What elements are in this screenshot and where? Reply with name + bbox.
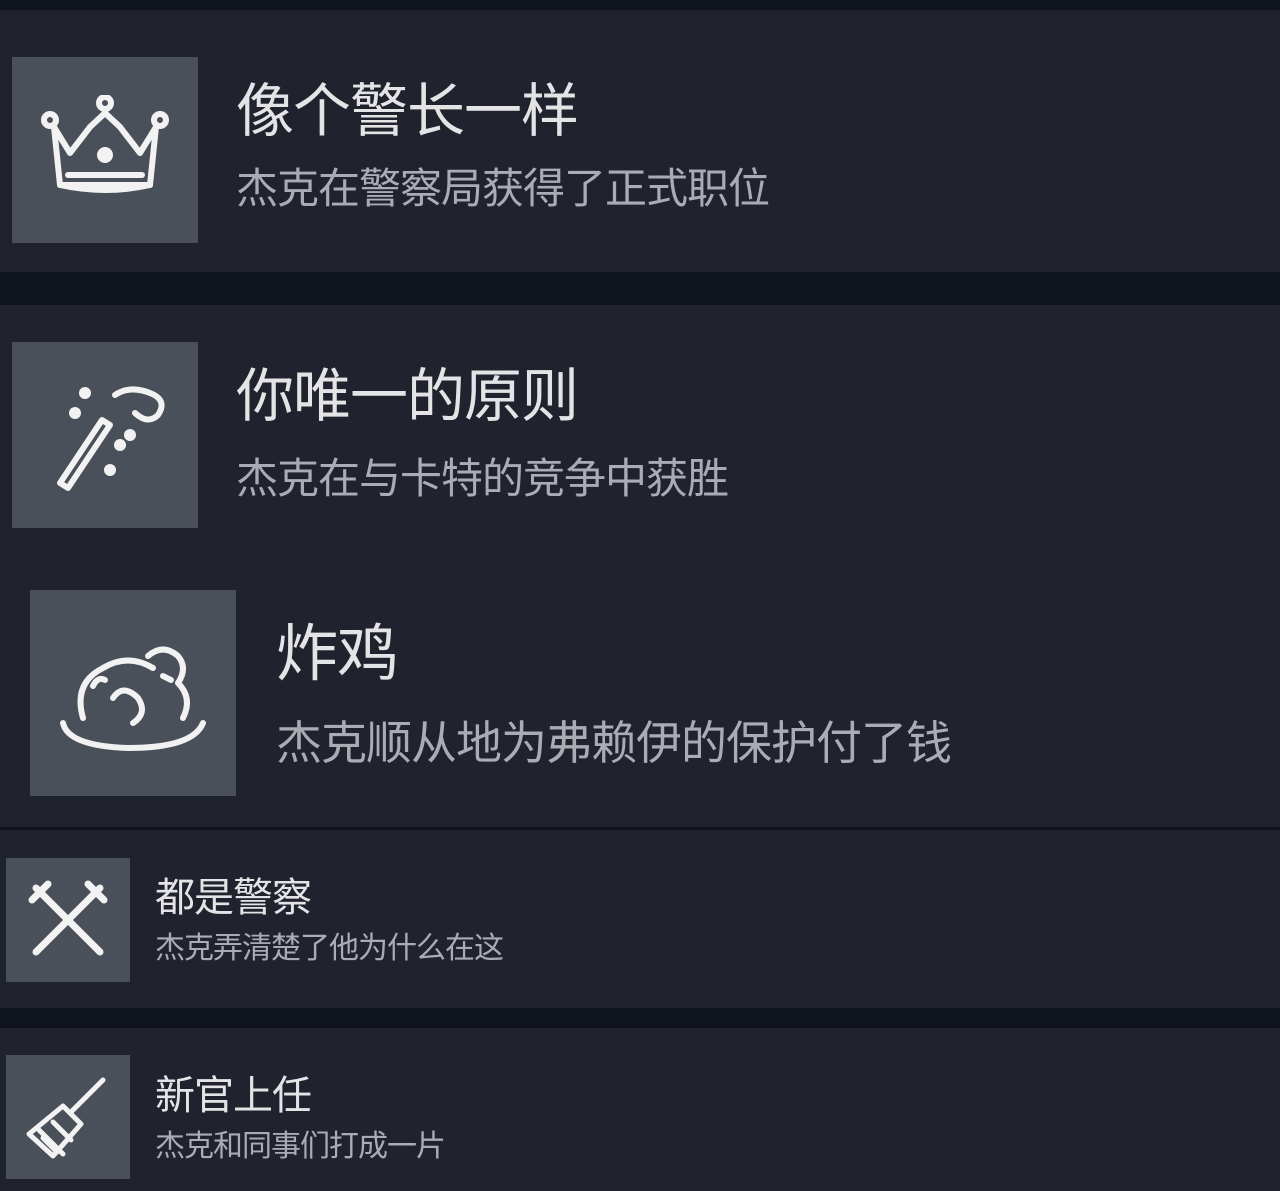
achievement-description: 杰克和同事们打成一片 — [155, 1129, 446, 1164]
roast-chicken-icon — [30, 590, 236, 796]
achievement-item[interactable]: 新官上任 杰克和同事们打成一片 — [0, 1028, 1280, 1191]
achievement-group: 你唯一的原则 杰克在与卡特的竞争中获胜 炸鸡 杰克顺从地为弗赖伊的保护付了钱 — [0, 305, 1280, 827]
achievement-title: 炸鸡 — [276, 617, 399, 690]
achievement-title: 你唯一的原则 — [236, 362, 579, 430]
broom-icon — [6, 1055, 130, 1179]
crossed-batons-icon — [6, 858, 130, 982]
achievement-item[interactable]: 像个警长一样 杰克在警察局获得了正式职位 — [0, 10, 1280, 272]
magic-wand-icon — [12, 342, 198, 528]
crown-icon — [12, 57, 198, 243]
achievement-title: 新官上任 — [155, 1073, 312, 1119]
achievement-description: 杰克弄清楚了他为什么在这 — [155, 931, 504, 966]
achievement-item[interactable]: 都是警察 杰克弄清楚了他为什么在这 — [0, 830, 1280, 1008]
achievement-description: 杰克在与卡特的竞争中获胜 — [236, 454, 729, 503]
achievement-description: 杰克顺从地为弗赖伊的保护付了钱 — [276, 716, 952, 770]
achievement-description: 杰克在警察局获得了正式职位 — [236, 164, 770, 213]
achievement-title: 都是警察 — [155, 875, 312, 921]
achievement-title: 像个警长一样 — [236, 77, 579, 145]
achievements-list: 像个警长一样 杰克在警察局获得了正式职位 你唯一的原则 杰克在与卡特的竞争中获胜 — [0, 0, 1280, 1191]
